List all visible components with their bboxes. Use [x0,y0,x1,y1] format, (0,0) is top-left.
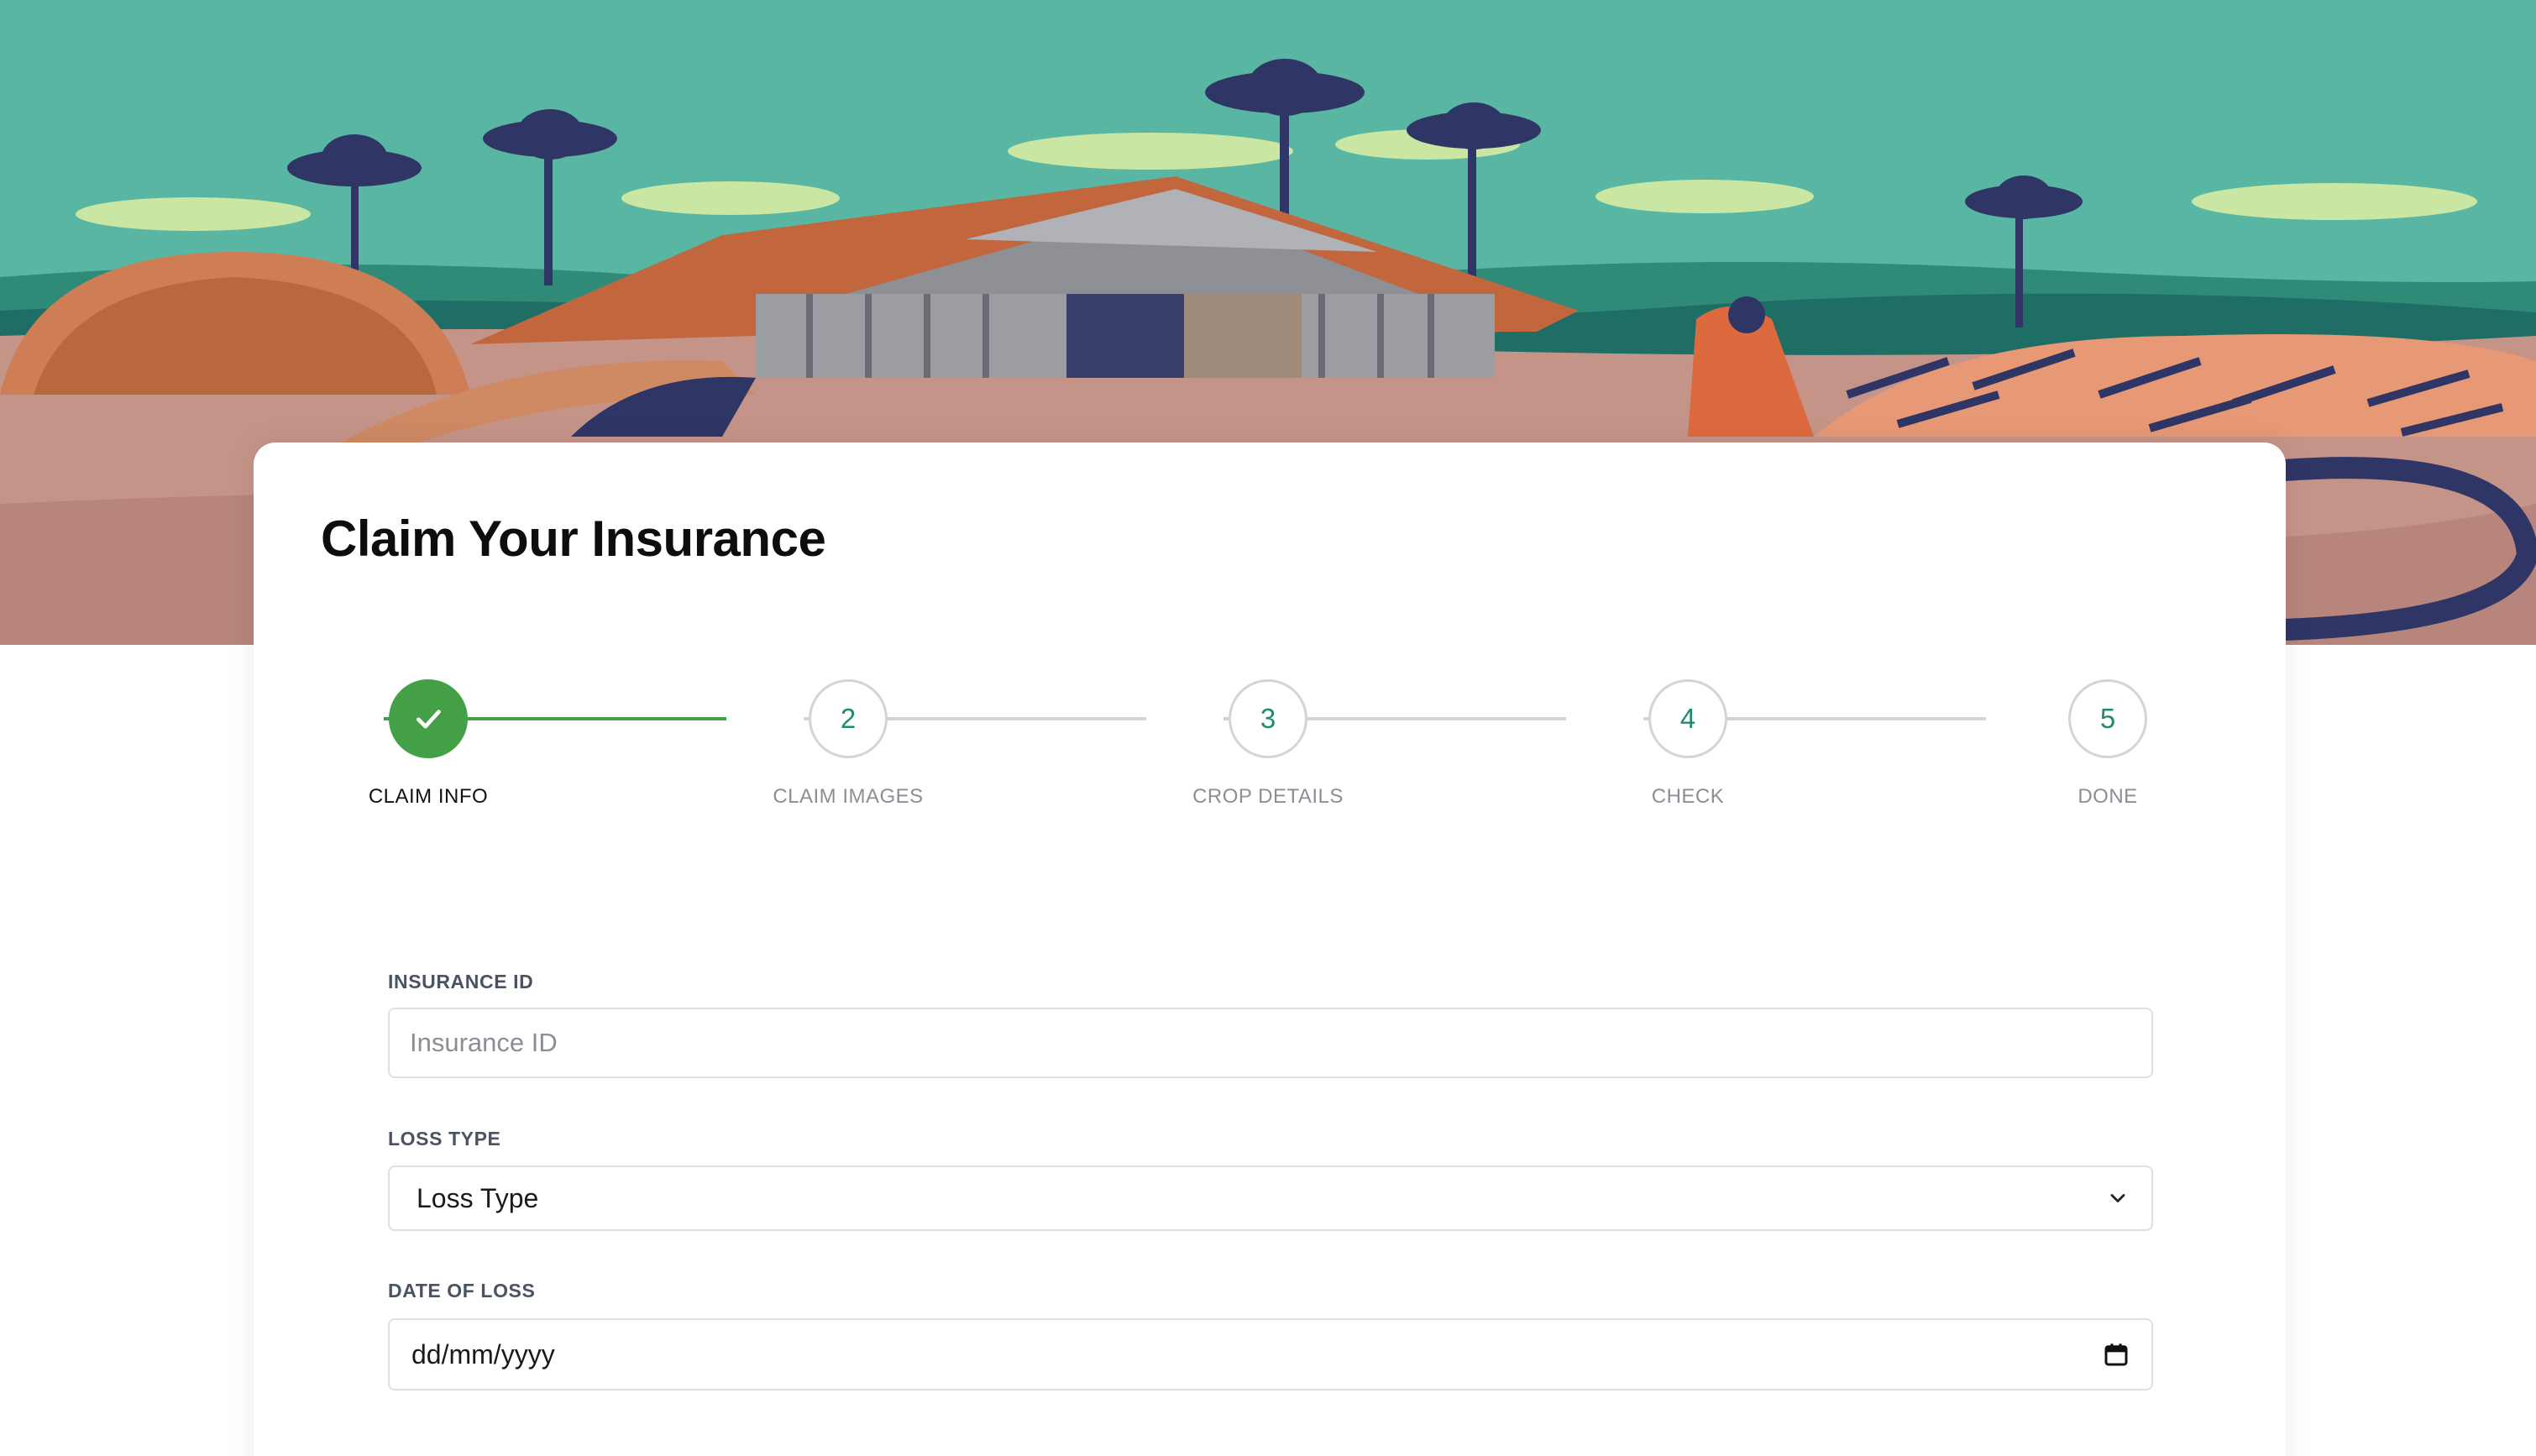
step-circle-crop-details[interactable]: 3 [1229,679,1307,758]
insurance-id-label: INSURANCE ID [388,971,534,992]
check-icon [417,710,441,729]
loss-type-label: LOSS TYPE [388,1128,501,1150]
claim-form-card: Claim Your Insurance CLAIM INFO 2 CLAIM … [254,443,2286,1456]
insurance-id-input[interactable] [390,1009,2151,1076]
insurance-id-field [388,1008,2153,1078]
step-circle-check[interactable]: 4 [1648,679,1727,758]
step-label-crop-details: CROP DETAILS [1192,785,1344,808]
date-of-loss-label: DATE OF LOSS [388,1280,536,1301]
step-circle-done[interactable]: 5 [2068,679,2147,758]
chevron-down-icon [2106,1186,2130,1210]
date-of-loss-value: dd/mm/yyyy [411,1338,555,1370]
loss-type-select[interactable]: Loss Type [388,1165,2153,1231]
step-label-claim-info: CLAIM INFO [368,785,489,808]
loss-type-selected-value: Loss Type [417,1182,539,1213]
step-number: 2 [840,703,857,734]
claim-stepper: CLAIM INFO 2 CLAIM IMAGES 3 CROP DETAILS… [254,443,2286,837]
step-number: 5 [2099,703,2116,734]
date-of-loss-field[interactable]: dd/mm/yyyy [388,1318,2153,1391]
step-number: 3 [1260,703,1276,734]
step-circle-claim-images[interactable]: 2 [809,679,888,758]
step-label-check: CHECK [1651,785,1725,808]
step-number: 4 [1679,703,1696,734]
claim-page: Claim Your Insurance CLAIM INFO 2 CLAIM … [0,0,2536,1456]
calendar-icon[interactable] [2103,1341,2130,1368]
step-label-done: DONE [2078,785,2138,808]
step-label-claim-images: CLAIM IMAGES [773,785,924,808]
step-circle-claim-info[interactable] [389,679,468,758]
